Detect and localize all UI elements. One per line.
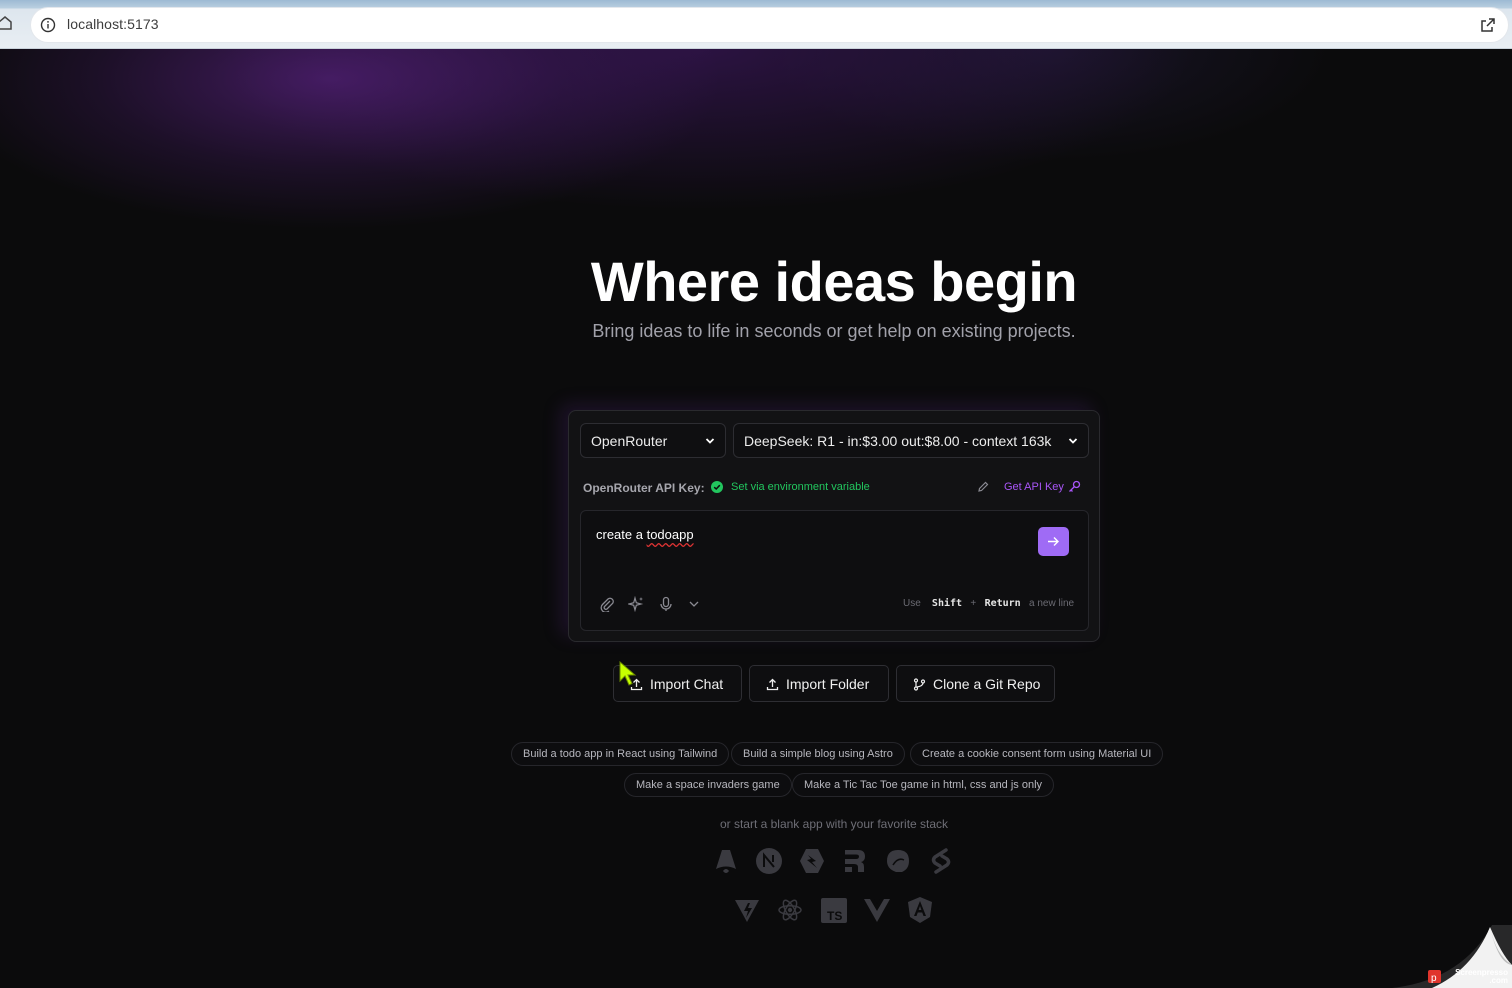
svg-text:TS: TS [827,909,842,923]
paperclip-icon[interactable] [599,596,615,612]
get-api-key-link[interactable]: Get API Key [1004,481,1064,493]
vite-icon[interactable] [733,896,761,924]
misspelled-word: todoapp [646,527,694,542]
key-icon[interactable] [1068,480,1081,493]
arrow-right-icon [1048,537,1059,546]
watermark-text: Screenpresso .com [1455,968,1508,985]
model-select[interactable]: DeepSeek: R1 - in:$3.00 out:$8.00 - cont… [733,423,1089,458]
mouse-cursor-icon [619,661,637,686]
send-button[interactable] [1038,527,1069,556]
check-circle-icon [711,481,723,493]
angular-icon[interactable] [906,896,934,924]
chevron-down-icon [705,438,715,444]
upload-icon [766,678,779,691]
browser-toolbar: localhost:5173 [0,0,1512,49]
provider-select-value: OpenRouter [591,433,668,449]
example-prompt-chip[interactable]: Build a simple blog using Astro [731,742,905,766]
typescript-icon[interactable]: TS [820,896,848,924]
sparkles-icon[interactable] [628,596,644,612]
react-icon[interactable] [776,896,804,924]
open-external-icon[interactable] [1480,17,1496,33]
provider-select[interactable]: OpenRouter [580,423,726,458]
info-icon[interactable] [40,17,56,33]
page-subtitle: Bring ideas to life in seconds or get he… [592,321,1076,341]
home-icon[interactable] [0,15,12,31]
starter-label: or start a blank app with your favorite … [719,817,949,831]
model-select-value: DeepSeek: R1 - in:$3.00 out:$8.00 - cont… [744,433,1052,449]
page-title: Where ideas begin [590,250,1078,313]
app-page: Where ideas begin Bring ideas to life in… [0,49,1512,988]
prompt-input[interactable]: create a todoapp Use Shift + Return a ne… [580,510,1089,631]
example-prompt-chip[interactable]: Create a cookie consent form using Mater… [910,742,1164,766]
chat-card: OpenRouter DeepSeek: R1 - in:$3.00 out:$… [568,410,1100,642]
chevron-down-icon [1068,438,1078,444]
prompt-text[interactable]: create a todoapp [596,527,694,542]
remix-icon[interactable] [841,847,869,875]
import-folder-button[interactable]: Import Folder [749,665,889,702]
astro-icon[interactable] [712,847,740,875]
pencil-icon[interactable] [977,480,990,493]
watermark: p Screenpresso .com [1392,925,1512,988]
api-key-label: OpenRouter API Key: [583,481,705,495]
svg-text:p: p [1431,973,1437,984]
chevron-down-icon[interactable] [686,596,702,612]
example-prompt-chip[interactable]: Make a space invaders game [624,773,792,797]
qwik-icon[interactable] [798,847,826,875]
git-branch-icon [913,678,926,691]
vue-icon[interactable] [863,896,891,924]
nextjs-icon[interactable] [755,847,783,875]
svelte-icon[interactable] [927,847,955,875]
example-prompt-chip[interactable]: Make a Tic Tac Toe game in html, css and… [792,773,1055,797]
example-prompt-chip[interactable]: Build a todo app in React using Tailwind [511,742,730,766]
slidev-icon[interactable] [884,847,912,875]
newline-hint: Use Shift + Return a new line [903,598,1075,609]
address-bar[interactable]: localhost:5173 [31,8,1508,42]
api-key-status: Set via environment variable [731,481,870,493]
clone-git-repo-button[interactable]: Clone a Git Repo [896,665,1055,702]
url-text[interactable]: localhost:5173 [67,16,159,32]
microphone-icon[interactable] [658,596,674,612]
